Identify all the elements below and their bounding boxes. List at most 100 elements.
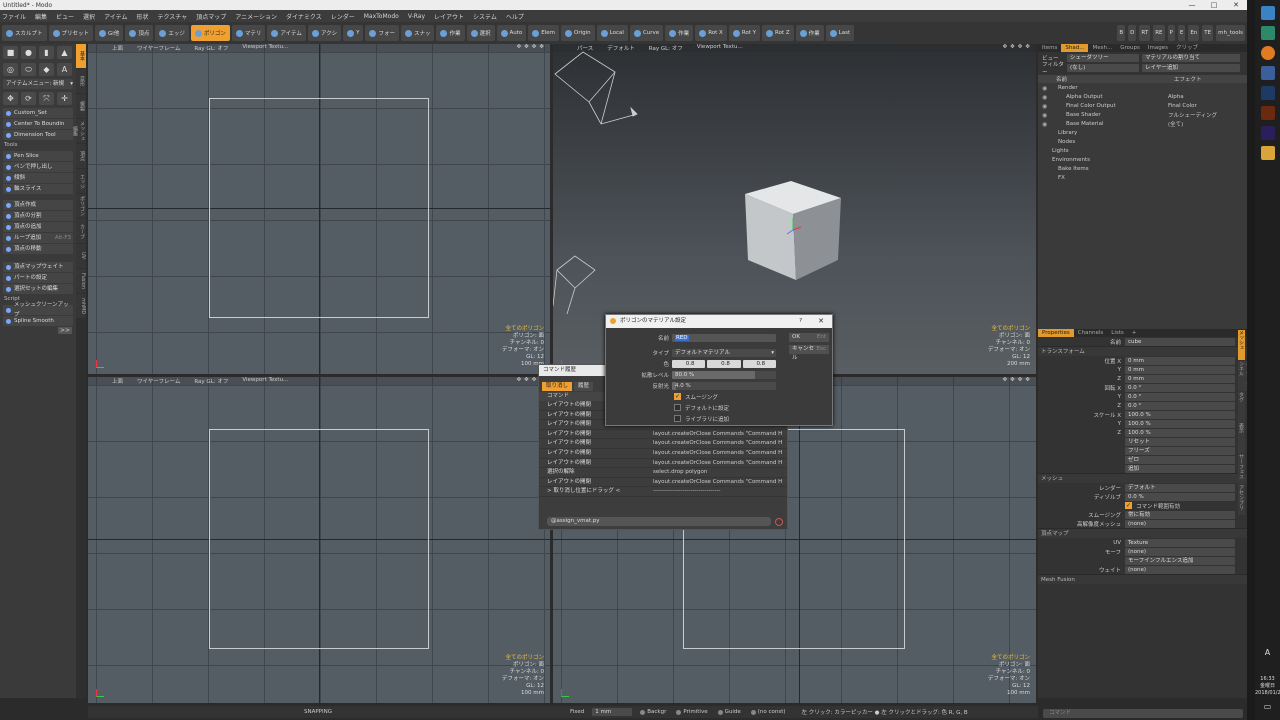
visibility-eye-icon[interactable]: ◉	[1042, 112, 1050, 119]
toolbar-button-19[interactable]: 作業	[665, 25, 694, 41]
menu-item-6[interactable]: テクスチャ	[157, 12, 187, 21]
add-library-option[interactable]: ライブラリに追加	[674, 414, 729, 423]
illustrator-icon[interactable]	[1260, 106, 1275, 120]
chrome-icon[interactable]	[1260, 6, 1275, 20]
minimize-button[interactable]: —	[1181, 0, 1203, 10]
command-entry-field[interactable]: コマンド	[1043, 709, 1243, 718]
scale-z-field[interactable]: 100.0 %	[1125, 428, 1235, 437]
status-item-3[interactable]: (no const)	[750, 709, 786, 715]
diffuse-slider[interactable]: 80.0 %	[672, 370, 776, 379]
capsule-icon[interactable]: ⬭	[21, 63, 36, 76]
left-tool-tools3-2[interactable]: 選択セットの編集	[3, 284, 73, 294]
position-z-field[interactable]: 0 mm	[1125, 374, 1235, 383]
menu-item-10[interactable]: レンダー	[331, 12, 355, 21]
visibility-eye-icon[interactable]: ◉	[1042, 94, 1050, 101]
toolbar-right-button-3[interactable]: RE	[1153, 25, 1165, 41]
toolbar-button-11[interactable]: スナッ	[400, 25, 435, 41]
prop-tab-3[interactable]: +	[1128, 329, 1141, 337]
viewport-bottom-left[interactable]: 上面 ワイヤーフレーム Ray GL: オフ Viewport Textu... ✥ ✥ ✥…	[88, 377, 550, 703]
zoom-view-icon[interactable]: ✥	[1010, 377, 1015, 385]
history-row[interactable]: 選択の解除 select.drop polygon	[539, 468, 787, 478]
history-tab-0[interactable]: 取り消し	[542, 382, 573, 391]
shader-tree-row[interactable]: Lights	[1038, 147, 1247, 156]
toolbar-button-16[interactable]: Origin	[561, 25, 595, 41]
app-3-icon[interactable]	[1260, 26, 1275, 40]
viewport-label-3[interactable]: Viewport Textu...	[242, 44, 288, 52]
menu-item-7[interactable]: 頂点マップ	[196, 12, 226, 21]
command-region-checkbox[interactable]: ✓	[1125, 502, 1132, 509]
menu-item-1[interactable]: 編集	[35, 12, 47, 21]
history-row[interactable]: > 取り消し位置にドラッグ < -------------------------…	[539, 487, 787, 497]
shader-tab-2[interactable]: Mesh...	[1088, 44, 1116, 52]
left-tool-items_a-2[interactable]: Dimension Tool	[3, 130, 73, 140]
weight-map-field[interactable]: (none)	[1125, 565, 1235, 574]
shader-tree-row[interactable]: Nodes	[1038, 138, 1247, 147]
uv-map-field[interactable]: Texture	[1125, 538, 1235, 547]
shader-tree-row[interactable]: Library	[1038, 129, 1247, 138]
viewport-label-1[interactable]: ワイヤーフレーム	[137, 44, 180, 52]
default-set-option[interactable]: デフォルトに設定	[674, 403, 729, 412]
toolbar-right-button-1[interactable]: D	[1128, 25, 1137, 41]
shader-tree-row[interactable]: ◉ Render	[1038, 84, 1247, 93]
cube-icon[interactable]: ■	[3, 46, 18, 59]
filter-dropdown[interactable]: (なし)	[1067, 63, 1139, 72]
transform-button-0-field[interactable]: リセット	[1125, 437, 1235, 446]
toolbar-button-4[interactable]: エッジ	[155, 25, 189, 41]
scale-y-field[interactable]: 100.0 %	[1125, 419, 1235, 428]
notification-icon[interactable]: ▭	[1255, 703, 1280, 711]
cylinder-icon[interactable]: ▮	[39, 46, 54, 59]
menu-item-4[interactable]: アイテム	[104, 12, 127, 21]
cone-icon[interactable]: ▲	[57, 46, 72, 59]
snapping-label[interactable]: SNAPPING	[304, 709, 332, 715]
left-tab-6[interactable]: ポリゴン	[76, 194, 86, 218]
close-button[interactable]: ✕	[1225, 0, 1247, 10]
move-view-icon[interactable]: ✥	[1003, 377, 1008, 385]
stop-icon[interactable]	[775, 518, 783, 526]
side-tab-2[interactable]: タグ	[1238, 392, 1245, 422]
prop-tab-2[interactable]: Lists	[1107, 329, 1127, 337]
history-tab-1[interactable]: 履歴	[574, 382, 594, 391]
visibility-eye-icon[interactable]: ◉	[1042, 103, 1050, 110]
maximize-view-icon[interactable]: ✥	[539, 44, 544, 52]
folder-icon[interactable]	[1260, 146, 1275, 160]
position-y-field[interactable]: 0 mm	[1125, 365, 1235, 374]
left-tool-scripts-0[interactable]: メッシュクリーンアップ	[3, 302, 73, 318]
color-g-field[interactable]: 0.8	[707, 359, 741, 368]
rotation-z-field[interactable]: 0.0 °	[1125, 401, 1235, 410]
view-dropdown[interactable]: シェーダツリー	[1067, 53, 1139, 62]
menu-item-9[interactable]: ダイナミクス	[286, 12, 322, 21]
toolbar-button-10[interactable]: フォー	[365, 25, 399, 41]
left-tab-8[interactable]: UV	[76, 244, 86, 268]
default-set-checkbox[interactable]	[674, 404, 681, 411]
zoom-view-icon[interactable]: ✥	[524, 377, 529, 385]
toolbar-right-button-2[interactable]: RT	[1139, 25, 1151, 41]
expand-button[interactable]: >>	[57, 327, 72, 334]
left-tab-2[interactable]: 複製	[76, 94, 86, 118]
toolbar-right-button-4[interactable]: P	[1167, 25, 1175, 41]
text-icon[interactable]: A	[57, 63, 72, 76]
rotate-view-icon[interactable]: ✥	[1018, 377, 1023, 385]
transform-icon[interactable]: ✛	[57, 92, 72, 105]
command-input[interactable]: @assign_vmat.py	[547, 517, 771, 526]
viewport-label-3[interactable]: Viewport Textu...	[242, 377, 288, 385]
left-tool-tools3-1[interactable]: パートの設定	[3, 273, 73, 283]
menu-item-2[interactable]: ビュー	[56, 12, 74, 21]
prop-tab-1[interactable]: Channels	[1074, 329, 1107, 337]
position-x-field[interactable]: 0 mm	[1125, 356, 1235, 365]
toolbar-button-9[interactable]: Y	[343, 25, 364, 41]
add-library-checkbox[interactable]	[674, 415, 681, 422]
toolbar-right-button-6[interactable]: En	[1188, 25, 1200, 41]
left-tab-1[interactable]: 変形	[76, 69, 86, 93]
render-field[interactable]: デフォルト	[1125, 483, 1235, 492]
add-morph-influence-field[interactable]: モーフインフルエンス追加	[1125, 556, 1235, 565]
left-tool-tools-2[interactable]: 傾斜	[3, 173, 73, 183]
zoom-view-icon[interactable]: ✥	[524, 44, 529, 52]
shader-tab-5[interactable]: クリップ	[1172, 44, 1202, 52]
ok-button[interactable]: OK Ent	[789, 333, 829, 342]
shader-tree-row[interactable]: ◉ Base Shader フルシェーディング	[1038, 111, 1247, 120]
viewport-label-0[interactable]: 上面	[112, 44, 123, 52]
viewport-label-2[interactable]: Ray GL: オフ	[194, 377, 228, 385]
left-tool-tools-0[interactable]: Pen Slice	[3, 151, 73, 161]
viewport-label-1[interactable]: ワイヤーフレーム	[137, 377, 180, 385]
torus-icon[interactable]: ◎	[3, 63, 18, 76]
